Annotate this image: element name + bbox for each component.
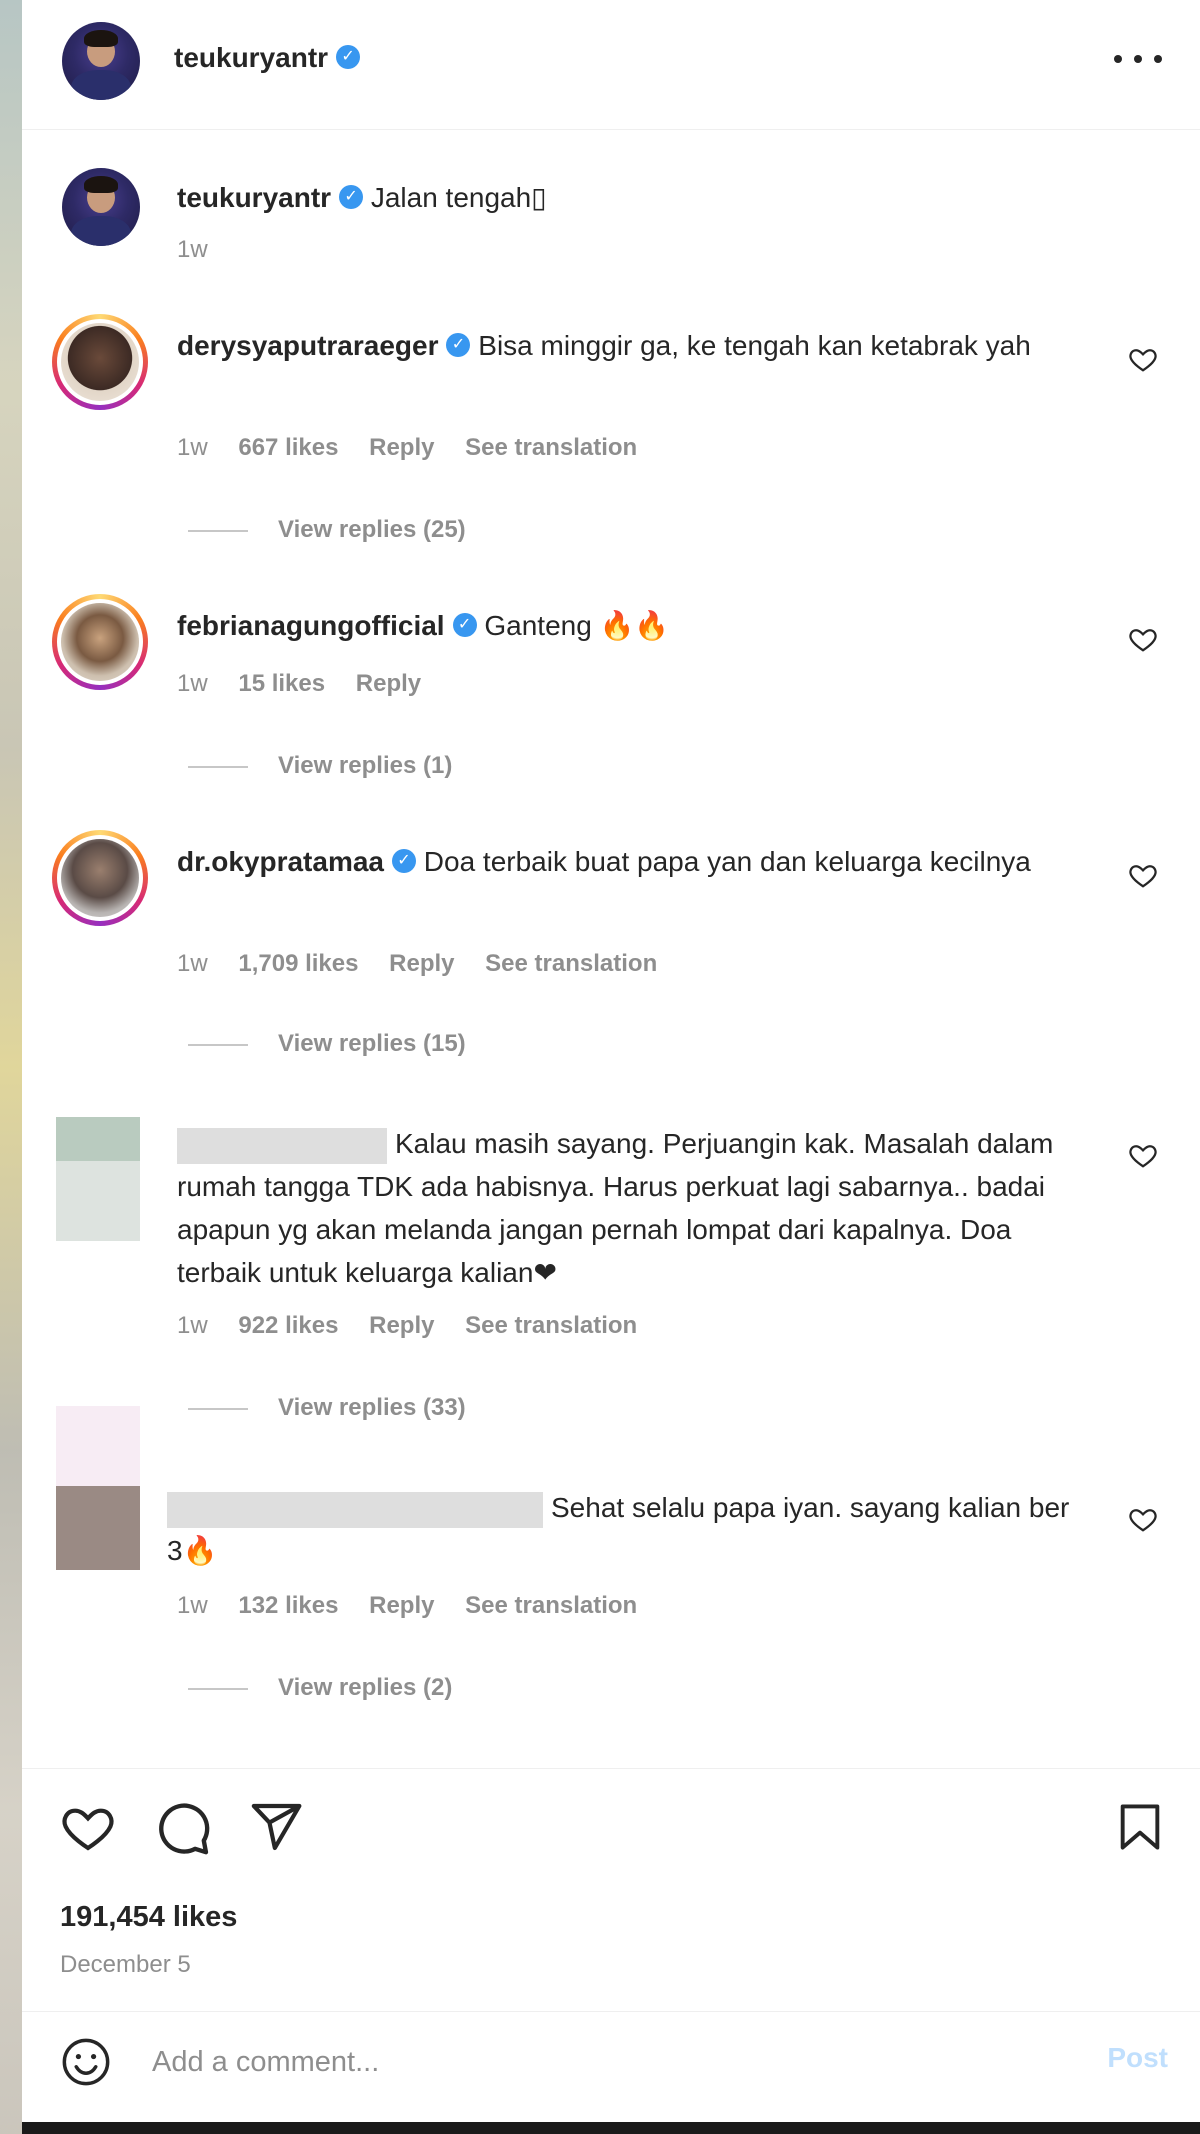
comment-likes[interactable]: 132 likes [238, 1592, 338, 1619]
comment-text: Bisa minggir ga, ke tengah kan ketabrak … [478, 330, 1031, 361]
reply-button[interactable]: Reply [389, 950, 454, 977]
author-avatar[interactable] [62, 22, 140, 100]
author-username[interactable]: teukuryantr ✓ [174, 42, 361, 74]
commenter-avatar[interactable] [56, 1406, 140, 1576]
view-replies-button[interactable]: View replies (25) [188, 516, 466, 544]
view-replies-line [188, 1407, 248, 1410]
comment-like-heart-icon[interactable] [1128, 344, 1158, 374]
comment-like-heart-icon[interactable] [1128, 1140, 1158, 1170]
comment-like-heart-icon[interactable] [1128, 1504, 1158, 1534]
comment-username[interactable]: derysyaputraraeger [177, 330, 438, 361]
emoji-icon[interactable] [60, 2036, 112, 2088]
caption-time: 1w [177, 236, 208, 263]
reply-button[interactable]: Reply [369, 434, 434, 461]
bottom-divider [22, 2122, 1200, 2134]
verified-badge-icon: ✓ [392, 848, 416, 873]
comment-username[interactable]: dr.okypratamaa [177, 846, 384, 877]
comment-time: 1w [177, 950, 208, 977]
commenter-avatar[interactable] [56, 1117, 140, 1247]
comment-time: 1w [177, 434, 208, 461]
redacted-username [167, 1491, 543, 1528]
commenter-avatar[interactable] [52, 594, 148, 690]
see-translation-button[interactable]: See translation [465, 434, 637, 461]
see-translation-button[interactable]: See translation [485, 950, 657, 977]
post-date: December 5 [60, 1951, 191, 1978]
comment-likes[interactable]: 667 likes [238, 434, 338, 461]
see-translation-button[interactable]: See translation [465, 1592, 637, 1619]
comment-text: Doa terbaik buat papa yan dan keluarga k… [423, 846, 1031, 877]
likes-count[interactable]: 191,454 likes [60, 1901, 237, 1934]
commenter-avatar[interactable] [52, 314, 148, 410]
comment-time: 1w [177, 670, 208, 697]
view-replies-line [188, 1687, 248, 1690]
comment-input[interactable] [152, 2042, 952, 2082]
background-photo-strip [0, 0, 22, 2134]
comment-like-heart-icon[interactable] [1128, 860, 1158, 890]
view-replies-button[interactable]: View replies (1) [188, 752, 452, 780]
view-replies-line [188, 765, 248, 768]
view-replies-line [188, 1043, 248, 1046]
see-translation-button[interactable]: See translation [465, 1312, 637, 1339]
verified-badge-icon: ✓ [336, 44, 361, 69]
share-icon[interactable] [248, 1799, 304, 1855]
view-replies-button[interactable]: View replies (33) [188, 1394, 466, 1422]
comment-text: Ganteng 🔥🔥 [484, 610, 670, 641]
verified-badge-icon: ✓ [446, 332, 471, 357]
verified-badge-icon: ✓ [339, 184, 364, 209]
comment-likes[interactable]: 922 likes [238, 1312, 338, 1339]
caption-text: Jalan tengah▯ [370, 182, 547, 213]
caption-username[interactable]: teukuryantr [177, 182, 331, 213]
comment-likes[interactable]: 1,709 likes [238, 950, 358, 977]
view-replies-line [188, 529, 248, 532]
view-replies-button[interactable]: View replies (2) [188, 1674, 452, 1702]
redacted-username [177, 1127, 387, 1164]
post-header: teukuryantr ✓ [22, 0, 1200, 130]
like-heart-icon[interactable] [60, 1799, 116, 1855]
reply-button[interactable]: Reply [356, 670, 421, 697]
more-options-icon[interactable] [1114, 44, 1162, 74]
add-comment-bar: Post [22, 2011, 1200, 2111]
comment-icon[interactable] [154, 1799, 212, 1857]
post-panel: teukuryantr ✓ teukuryantr ✓ Jalan tengah▯ … [22, 0, 1200, 2134]
comment-username[interactable]: febrianagungofficial [177, 610, 445, 641]
caption-avatar[interactable] [62, 168, 140, 246]
reply-button[interactable]: Reply [369, 1312, 434, 1339]
comment-time: 1w [177, 1592, 208, 1619]
bookmark-icon[interactable] [1114, 1799, 1166, 1855]
verified-badge-icon: ✓ [452, 612, 477, 637]
post-button[interactable]: Post [1107, 2042, 1168, 2074]
comment-time: 1w [177, 1312, 208, 1339]
commenter-avatar[interactable] [52, 830, 148, 926]
post-actions: 191,454 likes December 5 Post [22, 1768, 1200, 2108]
view-replies-button[interactable]: View replies (15) [188, 1030, 466, 1058]
comment-like-heart-icon[interactable] [1128, 624, 1158, 654]
reply-button[interactable]: Reply [369, 1592, 434, 1619]
comment-likes[interactable]: 15 likes [238, 670, 325, 697]
